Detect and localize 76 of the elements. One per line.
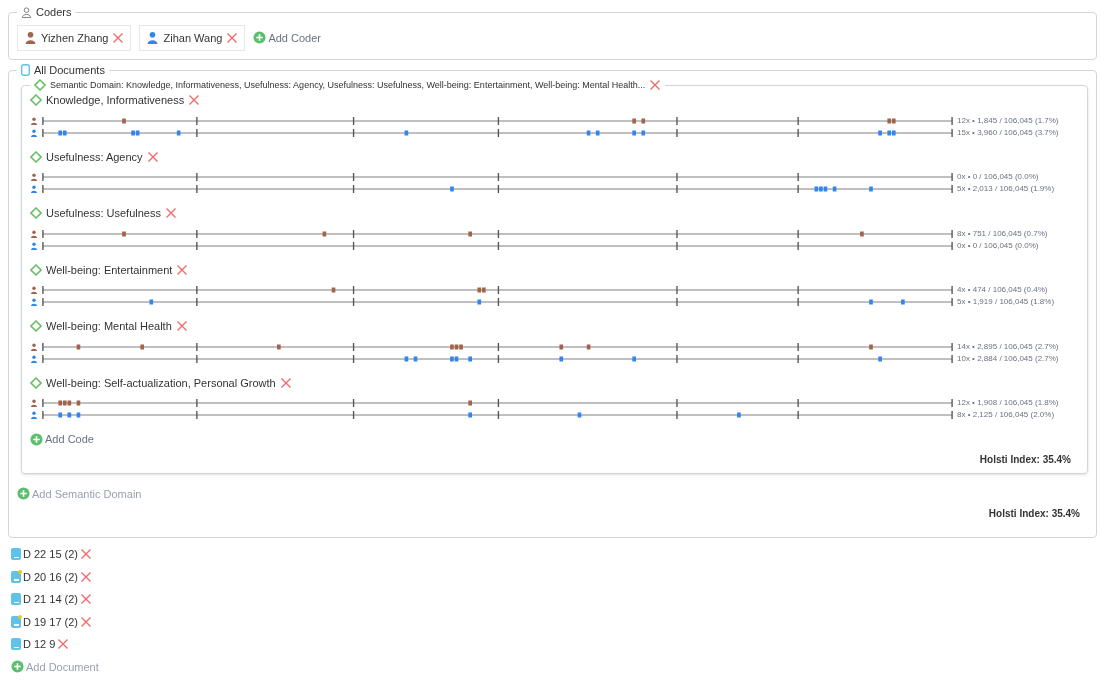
remove-button[interactable] bbox=[57, 638, 70, 651]
code-name: Well-being: Self-actualization, Personal Growth bbox=[46, 375, 276, 391]
person-icon bbox=[30, 354, 38, 363]
group-title: All Documents bbox=[34, 63, 105, 78]
person-icon bbox=[30, 185, 38, 193]
remove-button[interactable] bbox=[80, 615, 93, 628]
person-icon bbox=[30, 128, 38, 137]
code-name: Usefulness: Agency bbox=[46, 149, 143, 165]
plus-icon bbox=[17, 487, 30, 501]
remove-button[interactable] bbox=[175, 320, 188, 333]
coverage-reading: 5x • 1,919 / 106,045 (1.8%) bbox=[957, 296, 1056, 308]
code-name: Usefulness: Usefulness bbox=[46, 206, 161, 221]
document-name[interactable]: D 22 15 (2) bbox=[23, 546, 79, 563]
person-icon bbox=[30, 241, 38, 250]
person-icon bbox=[30, 173, 38, 181]
document-name[interactable]: D 12 9 bbox=[23, 636, 56, 653]
person-icon bbox=[30, 342, 38, 351]
coverage-reading: 4x • 474 / 106,045 (0.4%) bbox=[957, 284, 1049, 296]
add-button[interactable]: Add Coder bbox=[253, 29, 321, 46]
coverage-reading: 12x • 1,908 / 106,045 (1.8%) bbox=[957, 397, 1060, 409]
document-name[interactable]: D 20 16 (2) bbox=[23, 568, 79, 585]
person-icon bbox=[30, 298, 38, 306]
person-icon bbox=[30, 411, 38, 419]
remove-button[interactable] bbox=[188, 94, 201, 107]
person-icon bbox=[30, 116, 38, 125]
coverage-reading: 15x • 3,960 / 106,045 (3.7%) bbox=[957, 126, 1060, 139]
remove-button[interactable] bbox=[279, 376, 292, 389]
remove-button[interactable] bbox=[80, 593, 93, 606]
code-name: Well-being: Mental Health bbox=[46, 319, 172, 334]
document-name[interactable]: D 19 17 (2) bbox=[23, 613, 79, 630]
diamond-icon bbox=[30, 263, 42, 276]
coverage-reading: 0x • 0 / 106,045 (0.0%) bbox=[957, 239, 1040, 252]
diamond-icon bbox=[30, 376, 42, 389]
remove-button[interactable] bbox=[80, 548, 93, 561]
document-name[interactable]: D 21 14 (2) bbox=[23, 591, 79, 608]
group-title: Coders bbox=[36, 5, 72, 20]
person-icon bbox=[30, 286, 38, 294]
diamond-icon bbox=[30, 94, 42, 107]
remove-button[interactable] bbox=[112, 31, 125, 44]
document-icon bbox=[21, 64, 30, 77]
coverage-reading: 10x • 2,884 / 106,045 (2.7%) bbox=[957, 352, 1060, 365]
code-name: Knowledge, Informativeness bbox=[46, 93, 185, 108]
code-name: Well-being: Entertainment bbox=[46, 262, 173, 278]
remove-button[interactable] bbox=[164, 207, 177, 220]
person-icon bbox=[30, 229, 38, 238]
diamond-icon bbox=[34, 79, 46, 92]
remove-button[interactable] bbox=[226, 31, 239, 44]
coverage-reading: 0x • 0 / 106,045 (0.0%) bbox=[957, 171, 1040, 183]
diamond-icon bbox=[30, 207, 42, 220]
document-icon bbox=[11, 615, 21, 628]
remove-button[interactable] bbox=[146, 150, 159, 163]
domain-title: Semantic Domain: Knowledge, Informativeness, Usefulness: Agency, Usefulness: Usefulness, Well-being: Entertainment, Well-being: Mental Health... bbox=[50, 78, 646, 92]
person-icon bbox=[30, 399, 38, 407]
diamond-icon bbox=[30, 150, 42, 163]
holsti-index: Holsti Index: 35.4% bbox=[979, 452, 1072, 467]
document-icon bbox=[11, 570, 21, 583]
coverage-reading: 12x • 1,845 / 106,045 (1.7%) bbox=[957, 114, 1060, 127]
remove-button[interactable] bbox=[176, 263, 189, 276]
coverage-reading: 8x • 2,125 / 106,045 (2.0%) bbox=[957, 409, 1056, 421]
coder-name: Yizhen Zhang bbox=[41, 30, 109, 46]
coverage-reading: 14x • 2,895 / 106,045 (2.7%) bbox=[957, 340, 1060, 353]
coder-name: Zihan Wang bbox=[163, 30, 223, 46]
add-button[interactable]: Add Code bbox=[30, 431, 94, 448]
document-icon bbox=[11, 548, 21, 561]
plus-icon bbox=[11, 660, 24, 674]
coverage-reading: 8x • 751 / 106,045 (0.7%) bbox=[957, 227, 1049, 240]
coverage-reading: 5x • 2,013 / 106,045 (1.9%) bbox=[957, 183, 1056, 195]
diamond-icon bbox=[30, 320, 42, 333]
plus-icon bbox=[253, 31, 267, 45]
holsti-index: Holsti Index: 35.4% bbox=[988, 507, 1081, 521]
plus-icon bbox=[30, 432, 43, 446]
people-icon bbox=[21, 6, 32, 18]
document-icon bbox=[11, 593, 21, 606]
document-icon bbox=[11, 638, 21, 651]
remove-button[interactable] bbox=[649, 79, 662, 92]
remove-button[interactable] bbox=[80, 570, 93, 583]
